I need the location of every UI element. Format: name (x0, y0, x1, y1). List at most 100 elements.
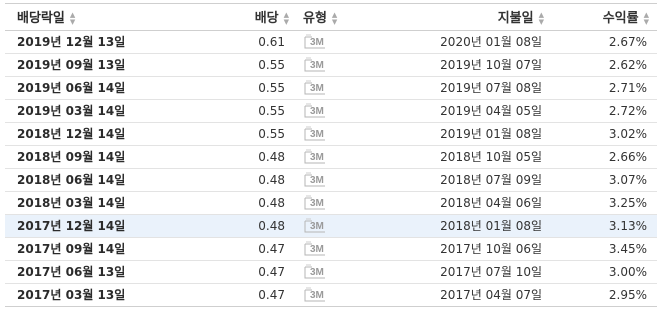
type-cell: 3M (295, 237, 355, 261)
pay-date-cell: 2018년 04월 06일 (355, 191, 552, 215)
dividend-cell: 0.47 (258, 287, 285, 302)
dividend-cell: 0.48 (155, 191, 295, 215)
calendar-3m-icon: 3M (303, 56, 329, 73)
type-cell: 3M (295, 53, 355, 77)
header-dividend-label: 배당 (254, 11, 279, 27)
dividend-cell: 0.47 (155, 260, 295, 284)
table-header-row: 배당락일 ▲ ▼ 배당 ▲ ▼ 유형 ▲ ▼ 지불일 ▲ ▼ 수익률 ▲ ▼ (5, 4, 657, 31)
pay-date-cell: 2019년 07월 08일 (355, 76, 552, 100)
type-cell: 3M (295, 260, 355, 284)
pay-date-cell: 2019년 01월 08일 (355, 122, 552, 146)
pay-date-cell: 2018년 01월 08일 (355, 214, 552, 238)
type-cell: 3M (295, 214, 355, 238)
pay-date-cell: 2018년 10월 05일 (355, 145, 552, 169)
sort-icon[interactable]: ▲ ▼ (332, 11, 337, 26)
dividend-cell: 0.48 (155, 168, 295, 192)
yield-cell: 3.25% (552, 191, 657, 215)
ex-date-cell: 2018년 03월 14일 (5, 191, 155, 215)
type-label: 3M (310, 37, 324, 48)
table-row: 2017년 06월 13일 0.47 3M 2017년 07월 10일 3.00% (5, 260, 657, 284)
type-cell: 3M (295, 283, 355, 306)
calendar-3m-icon: 3M (303, 79, 329, 96)
type-label: 3M (310, 60, 324, 71)
pay-date-cell: 2020년 01월 08일 (355, 30, 552, 54)
yield-cell: 2.71% (552, 76, 657, 100)
dividend-cell: 0.55 (155, 99, 295, 123)
yield-cell: 3.07% (552, 168, 657, 192)
ex-date-cell: 2019년 06월 14일 (5, 76, 155, 100)
dividend-cell: 0.55 (155, 76, 295, 100)
header-dividend[interactable]: 배당 ▲ ▼ (155, 4, 295, 31)
sort-icon[interactable]: ▲ ▼ (70, 11, 75, 26)
header-ex-date[interactable]: 배당락일 ▲ ▼ (5, 4, 155, 31)
dividend-cell: 0.48 (155, 214, 295, 238)
calendar-3m-icon: 3M (303, 217, 329, 234)
header-pay-date-label: 지불일 (497, 11, 534, 27)
ex-date-cell: 2018년 12월 14일 (5, 122, 155, 146)
calendar-3m-icon: 3M (303, 125, 329, 142)
dividend-cell: 0.61 (155, 30, 295, 54)
ex-date-cell: 2019년 03월 14일 (5, 99, 155, 123)
ex-date-cell: 2018년 06월 14일 (5, 168, 155, 192)
ex-date-cell: 2019년 09월 13일 (5, 53, 155, 77)
yield-cell: 3.02% (552, 122, 657, 146)
dividend-cell: 0.55 (155, 53, 295, 77)
table-row: 2018년 06월 14일 0.48 3M 2018년 07월 09일 3.07% (5, 168, 657, 192)
table-row: 2018년 09월 14일 0.48 3M 2018년 10월 05일 2.66% (5, 145, 657, 169)
type-label: 3M (310, 290, 324, 302)
pay-date-cell: 2019년 04월 05일 (355, 99, 552, 123)
header-ex-date-label: 배당락일 (17, 11, 65, 27)
dividend-cell: 0.55 (155, 122, 295, 146)
calendar-3m-icon: 3M (303, 33, 329, 50)
table-row: 2019년 06월 14일 0.55 3M 2019년 07월 08일 2.71% (5, 76, 657, 100)
dividend-history-table: 배당락일 ▲ ▼ 배당 ▲ ▼ 유형 ▲ ▼ 지불일 ▲ ▼ 수익률 ▲ ▼ 2019년 12월 1… (5, 3, 657, 307)
table-row: 2019년 09월 13일 0.55 3M 2019년 10월 07일 2.62% (5, 53, 657, 77)
table-row: 2019년 03월 14일 0.55 3M 2019년 04월 05일 2.72% (5, 99, 657, 123)
type-cell: 3M (295, 122, 355, 146)
ex-date-cell: 2017년 09월 14일 (5, 237, 155, 261)
dividend-cell: 0.48 (155, 145, 295, 169)
yield-cell: 3.00% (552, 260, 657, 284)
type-label: 3M (310, 244, 324, 255)
type-cell: 3M (295, 76, 355, 100)
calendar-3m-icon: 3M (303, 194, 329, 211)
type-cell: 3M (295, 145, 355, 169)
calendar-3m-icon: 3M (303, 286, 329, 303)
calendar-3m-icon: 3M (303, 148, 329, 165)
yield-cell: 2.95% (608, 287, 647, 302)
ex-date-cell: 2018년 09월 14일 (5, 145, 155, 169)
type-label: 3M (310, 129, 324, 140)
pay-date-cell: 2017년 10월 06일 (355, 237, 552, 261)
sort-icon[interactable]: ▲ ▼ (284, 11, 289, 26)
type-cell: 3M (295, 168, 355, 192)
type-label: 3M (310, 83, 324, 94)
ex-date-cell: 2017년 12월 14일 (5, 214, 155, 238)
ex-date-cell: 2019년 12월 13일 (5, 30, 155, 54)
table-row: 2019년 12월 13일 0.61 3M 2020년 01월 08일 2.67% (5, 30, 657, 54)
sort-icon[interactable]: ▲ ▼ (644, 11, 649, 26)
pay-date-cell: 2019년 10월 07일 (355, 53, 552, 77)
pay-date-cell: 2017년 04월 07일 (440, 288, 542, 303)
table-row: 2018년 03월 14일 0.48 3M 2018년 04월 06일 3.25% (5, 191, 657, 215)
calendar-3m-icon: 3M (303, 171, 329, 188)
table-row: 2017년 03월 13일 0.47 3M 2017년 04월 07일 2.95% (5, 283, 657, 306)
sort-icon[interactable]: ▲ ▼ (539, 11, 544, 26)
ex-date-cell: 2017년 06월 13일 (5, 260, 155, 284)
type-label: 3M (310, 152, 324, 163)
yield-cell: 3.45% (552, 237, 657, 261)
header-pay-date[interactable]: 지불일 ▲ ▼ (355, 4, 552, 31)
yield-cell: 3.13% (552, 214, 657, 238)
pay-date-cell: 2018년 07월 09일 (355, 168, 552, 192)
ex-date-cell: 2017년 03월 13일 (17, 288, 126, 303)
dividend-cell: 0.47 (155, 237, 295, 261)
header-type[interactable]: 유형 ▲ ▼ (295, 4, 355, 31)
table-row: 2017년 12월 14일 0.48 3M 2018년 01월 08일 3.13% (5, 214, 657, 238)
type-cell: 3M (295, 191, 355, 215)
header-yield[interactable]: 수익률 ▲ ▼ (552, 4, 657, 31)
type-label: 3M (310, 221, 324, 232)
calendar-3m-icon: 3M (303, 240, 329, 257)
pay-date-cell: 2017년 07월 10일 (355, 260, 552, 284)
calendar-3m-icon: 3M (303, 263, 329, 280)
header-yield-label: 수익률 (602, 11, 639, 27)
table-body: 2019년 12월 13일 0.61 3M 2020년 01월 08일 2.67% 201… (5, 30, 657, 306)
